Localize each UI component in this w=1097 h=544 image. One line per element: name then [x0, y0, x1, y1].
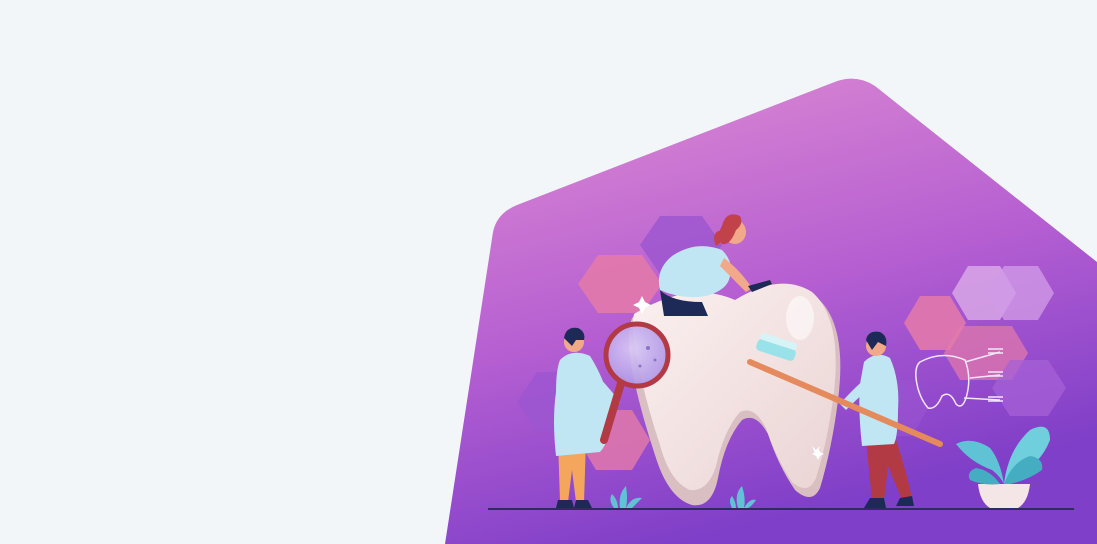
page	[0, 0, 1097, 544]
dental-care-illustration	[445, 78, 1097, 544]
